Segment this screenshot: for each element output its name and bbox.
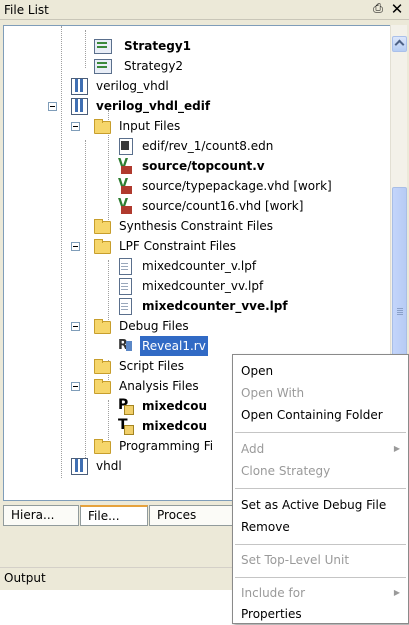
file-icon xyxy=(117,278,133,295)
menu-separator xyxy=(235,544,406,545)
menu-item-remove[interactable]: Remove xyxy=(233,516,408,538)
tree-guide xyxy=(85,30,86,68)
close-icon[interactable]: ✕ xyxy=(389,0,405,18)
tree-item-label: verilog_vhdl xyxy=(96,79,169,93)
menu-item-set-active-debug[interactable]: Set as Active Debug File xyxy=(233,494,408,516)
tree-item-label: Script Files xyxy=(119,359,184,373)
tree-item-label: mixedcou xyxy=(142,399,207,413)
folder-icon xyxy=(94,118,111,134)
file-icon xyxy=(117,298,133,315)
implementation-icon xyxy=(71,78,88,95)
menu-item-include-for[interactable]: Include for ▶ xyxy=(233,582,408,604)
folder-icon xyxy=(94,358,111,374)
timing-file-icon xyxy=(117,415,134,435)
folder-icon xyxy=(94,218,111,234)
tree-item-label: edif/rev_1/count8.edn xyxy=(142,139,274,153)
tree-guide xyxy=(85,140,86,460)
context-menu: Open Open With Open Containing Folder Ad… xyxy=(232,354,409,624)
tree-item-label: Analysis Files xyxy=(119,379,199,393)
power-file-icon xyxy=(117,395,134,415)
reveal-file-icon xyxy=(117,336,133,356)
panel-titlebar: File List ⎙ ✕ xyxy=(0,0,409,20)
tree-item-label: Strategy2 xyxy=(124,59,184,73)
menu-item-open-containing-folder[interactable]: Open Containing Folder xyxy=(233,404,408,426)
tree-item-label: mixedcou xyxy=(142,419,207,433)
implementation-icon xyxy=(71,458,88,475)
menu-item-set-top-level[interactable]: Set Top-Level Unit xyxy=(233,549,408,571)
tree-guide xyxy=(108,260,109,320)
collapse-toggle[interactable] xyxy=(71,242,80,251)
folder-icon xyxy=(94,238,111,254)
menu-item-label: Include for xyxy=(241,586,305,600)
tree-item-label: Strategy1 xyxy=(124,39,192,53)
tab-file-list[interactable]: File... xyxy=(80,505,148,526)
panel-title: File List xyxy=(4,3,49,17)
collapse-toggle[interactable] xyxy=(71,122,80,131)
tree-guide xyxy=(108,400,109,440)
scroll-grip-icon xyxy=(397,308,403,309)
tree-item-label: source/typepackage.vhd [work] xyxy=(142,179,332,193)
strategy-icon xyxy=(94,58,112,74)
submenu-arrow-icon: ▶ xyxy=(393,588,400,597)
tree-item-label: Debug Files xyxy=(119,319,189,333)
verilog-file-icon xyxy=(117,155,133,175)
tree-guide xyxy=(61,26,62,478)
tree-item-label: mixedcounter_vv.lpf xyxy=(142,279,264,293)
tree-item-label: source/topcount.v xyxy=(142,159,265,173)
edif-file-icon xyxy=(117,138,133,155)
menu-item-clone-strategy[interactable]: Clone Strategy xyxy=(233,460,408,482)
tree-item-label: source/count16.vhd [work] xyxy=(142,199,304,213)
tab-hierarchy[interactable]: Hiera... xyxy=(3,505,79,526)
menu-separator xyxy=(235,488,406,489)
menu-item-label: Add xyxy=(241,442,265,456)
collapse-toggle[interactable] xyxy=(48,102,57,111)
tree-item-label: mixedcounter_vve.lpf xyxy=(142,299,288,313)
menu-item-open[interactable]: Open xyxy=(233,360,408,382)
tree-item-label: vhdl xyxy=(96,459,122,473)
tree-item-label: LPF Constraint Files xyxy=(119,239,236,253)
tree-item-label: verilog_vhdl_edif xyxy=(96,99,211,113)
strategy-icon xyxy=(94,38,112,54)
tree-item-label: Input Files xyxy=(119,119,181,133)
file-icon xyxy=(117,258,133,275)
output-title: Output xyxy=(4,571,46,585)
tree-item-label: Programming Fi xyxy=(119,439,214,453)
tree-item-label: mixedcounter_v.lpf xyxy=(142,259,257,273)
folder-icon xyxy=(94,318,111,334)
vhdl-file-icon xyxy=(117,175,133,195)
folder-icon xyxy=(94,438,111,454)
menu-separator xyxy=(235,432,406,433)
pin-icon[interactable]: ⎙ xyxy=(371,1,385,17)
collapse-toggle[interactable] xyxy=(71,382,80,391)
tab-process[interactable]: Proces xyxy=(149,505,235,526)
implementation-icon xyxy=(71,98,88,115)
tree-item-label: Synthesis Constraint Files xyxy=(119,219,274,233)
scroll-up-button[interactable] xyxy=(392,36,407,52)
menu-item-open-with[interactable]: Open With xyxy=(233,382,408,404)
menu-separator xyxy=(235,577,406,578)
folder-icon xyxy=(94,378,111,394)
tree-item-label: Reveal1.rv xyxy=(140,336,208,356)
menu-item-add[interactable]: Add ▶ xyxy=(233,438,408,460)
submenu-arrow-icon: ▶ xyxy=(393,444,400,453)
vhdl-file-icon xyxy=(117,195,133,215)
menu-item-properties[interactable]: Properties xyxy=(233,603,408,625)
collapse-toggle[interactable] xyxy=(71,322,80,331)
